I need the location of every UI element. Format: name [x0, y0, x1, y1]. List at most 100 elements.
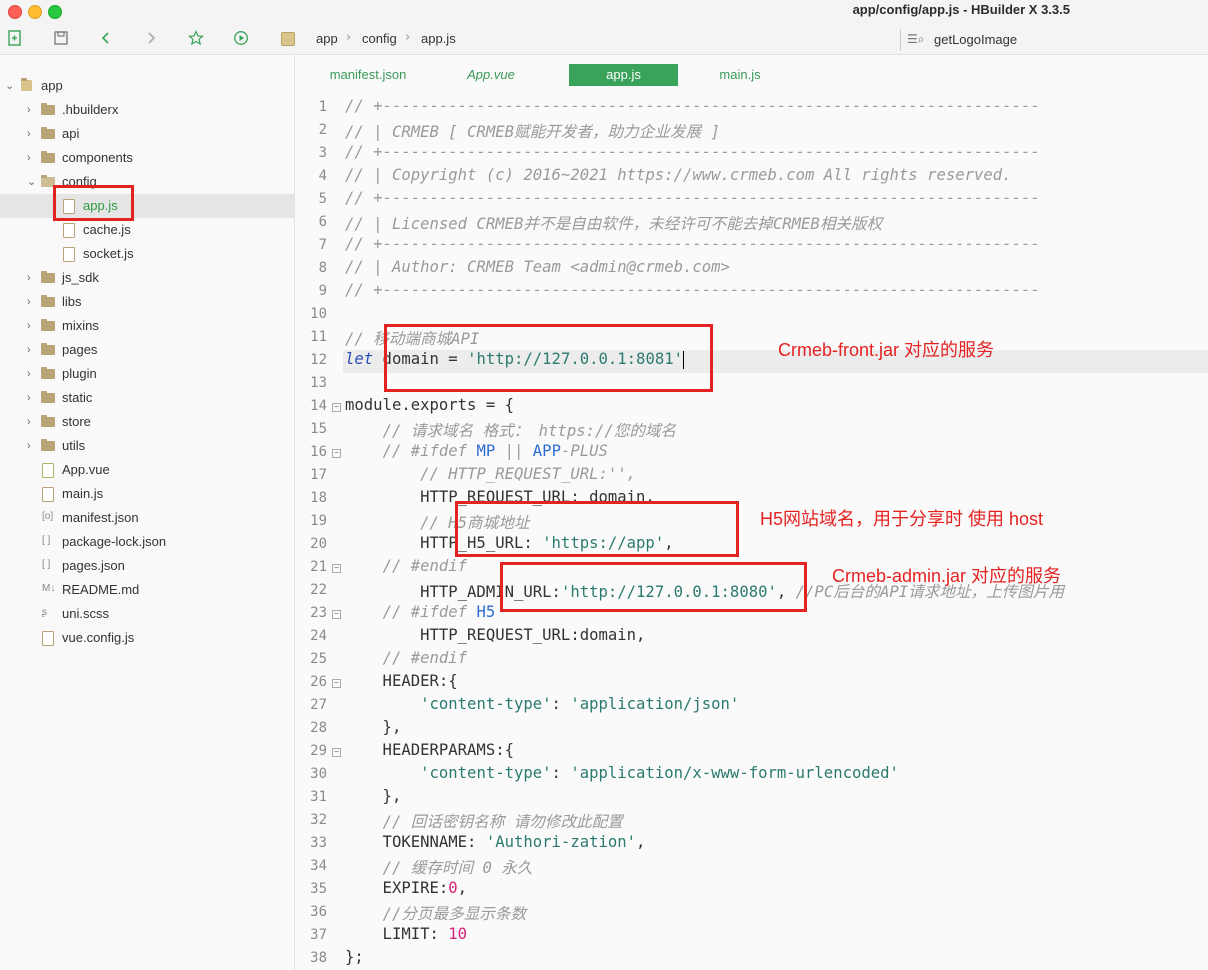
code-line[interactable]: 'content-type': 'application/x-www-form-…	[345, 764, 899, 782]
tree-item[interactable]: App.vue	[0, 458, 294, 482]
breadcrumb-item[interactable]: app.js	[421, 31, 456, 46]
tree-item[interactable]: › store	[0, 410, 294, 434]
tree-item[interactable]: › .hbuilderx	[0, 98, 294, 122]
code-editor[interactable]: 1 // +-----------------------------------…	[295, 96, 1208, 970]
chevron-down-icon[interactable]: ⌄	[27, 170, 36, 194]
tab-main-js[interactable]: main.js	[705, 64, 775, 86]
chevron-right-icon[interactable]: ›	[27, 122, 31, 146]
code-line[interactable]: };	[345, 948, 364, 966]
code-line[interactable]: module.exports = {	[345, 396, 514, 414]
fold-toggle-icon[interactable]: −	[332, 564, 341, 573]
tree-item[interactable]: [o] manifest.json	[0, 506, 294, 530]
tab-app-js[interactable]: app.js	[569, 64, 678, 86]
code-line[interactable]: // | CRMEB [ CRMEB赋能开发者，助力企业发展 ]	[345, 120, 720, 142]
code-line[interactable]: // | Copyright (c) 2016~2021 https://www…	[345, 166, 1012, 184]
tree-item[interactable]: › api	[0, 122, 294, 146]
tree-item[interactable]: socket.js	[0, 242, 294, 266]
code-line[interactable]: // +------------------------------------…	[345, 235, 1040, 253]
forward-icon[interactable]	[142, 30, 160, 48]
tree-item[interactable]: › pages	[0, 338, 294, 362]
tree-item[interactable]: [ ] pages.json	[0, 554, 294, 578]
tree-item[interactable]: › components	[0, 146, 294, 170]
code-token: // 缓存时间 0 永久	[382, 859, 533, 877]
chevron-down-icon[interactable]: ⌄	[5, 74, 14, 98]
code-line[interactable]: // +------------------------------------…	[345, 189, 1040, 207]
fold-toggle-icon[interactable]: −	[332, 748, 341, 757]
code-line[interactable]: HEADERPARAMS:{	[345, 741, 514, 759]
line-number: 28	[310, 720, 327, 736]
fold-toggle-icon[interactable]: −	[332, 610, 341, 619]
code-line[interactable]: },	[345, 787, 402, 805]
code-line[interactable]: // #ifdef MP || APP-PLUS	[345, 442, 608, 460]
tree-item[interactable]: vue.config.js	[0, 626, 294, 650]
code-line[interactable]: // 回话密钥名称 请勿修改此配置	[345, 810, 623, 832]
code-line[interactable]: // #endif	[345, 649, 468, 667]
tree-item[interactable]: › libs	[0, 290, 294, 314]
breadcrumb-item[interactable]: config	[362, 31, 397, 46]
tree-root-app[interactable]: ⌄ app	[0, 74, 294, 98]
code-line[interactable]: // | Author: CRMEB Team <admin@crmeb.com…	[345, 258, 730, 276]
close-window-button[interactable]	[8, 5, 22, 19]
tree-item[interactable]: › static	[0, 386, 294, 410]
code-token: H5	[476, 603, 496, 621]
tab-app-vue[interactable]: App.vue	[445, 64, 537, 86]
minimize-window-button[interactable]	[28, 5, 42, 19]
fold-toggle-icon[interactable]: −	[332, 679, 341, 688]
chevron-right-icon[interactable]: ›	[27, 314, 31, 338]
symbol-search-value[interactable]: getLogoImage	[934, 32, 1017, 47]
tree-item[interactable]: main.js	[0, 482, 294, 506]
chevron-right-icon[interactable]: ›	[27, 410, 31, 434]
code-line[interactable]: // #ifdef H5	[345, 603, 496, 621]
code-line[interactable]: // #endif	[345, 557, 468, 575]
code-token: // #endif	[382, 557, 468, 575]
code-line[interactable]: EXPIRE:0,	[345, 879, 468, 897]
tree-item[interactable]: M↓ README.md	[0, 578, 294, 602]
code-line[interactable]: // 缓存时间 0 永久	[345, 856, 533, 878]
symbol-search[interactable]: ☰⌕ getLogoImage	[900, 29, 1208, 51]
chevron-right-icon[interactable]: ›	[27, 362, 31, 386]
zoom-window-button[interactable]	[48, 5, 62, 19]
code-line[interactable]: //分页最多显示条数	[345, 902, 527, 924]
new-file-icon[interactable]	[6, 30, 24, 48]
tab-manifest-json[interactable]: manifest.json	[313, 64, 423, 86]
back-icon[interactable]	[97, 30, 115, 48]
code-line[interactable]: // HTTP_REQUEST_URL:'',	[345, 465, 636, 483]
chevron-right-icon[interactable]: ›	[27, 434, 31, 458]
line-number: 14	[310, 398, 327, 414]
code-line[interactable]: LIMIT: 10	[345, 925, 468, 943]
star-icon[interactable]	[187, 30, 205, 48]
run-icon[interactable]	[232, 30, 250, 48]
code-line[interactable]: // 请求域名 格式： https://您的域名	[345, 419, 677, 441]
breadcrumb-item[interactable]: app	[316, 31, 338, 46]
fold-toggle-icon[interactable]: −	[332, 403, 341, 412]
tree-item[interactable]: app.js	[0, 194, 294, 218]
tree-item[interactable]: cache.js	[0, 218, 294, 242]
code-line[interactable]: // +------------------------------------…	[345, 97, 1040, 115]
tree-item[interactable]: ⌄ config	[0, 170, 294, 194]
chevron-right-icon[interactable]: ›	[27, 98, 31, 122]
chevron-right-icon[interactable]: ›	[27, 386, 31, 410]
tree-item[interactable]: ʂ uni.scss	[0, 602, 294, 626]
code-line[interactable]: 'content-type': 'application/json'	[345, 695, 739, 713]
tree-item[interactable]: [ ] package-lock.json	[0, 530, 294, 554]
line-number: 37	[310, 927, 327, 943]
fold-toggle-icon[interactable]: −	[332, 449, 341, 458]
code-line[interactable]: // +------------------------------------…	[345, 143, 1040, 161]
tree-item[interactable]: › mixins	[0, 314, 294, 338]
tree-item[interactable]: › plugin	[0, 362, 294, 386]
code-line[interactable]: HEADER:{	[345, 672, 458, 690]
code-line[interactable]: // | Licensed CRMEB并不是自由软件，未经许可不能去掉CRMEB…	[345, 212, 882, 234]
code-token: -PLUS	[560, 442, 608, 460]
code-line[interactable]: // +------------------------------------…	[345, 281, 1040, 299]
chevron-right-icon[interactable]: ›	[27, 290, 31, 314]
tree-item[interactable]: › utils	[0, 434, 294, 458]
tree-item[interactable]: › js_sdk	[0, 266, 294, 290]
save-icon[interactable]	[52, 30, 70, 48]
code-line[interactable]: HTTP_REQUEST_URL:domain,	[345, 626, 645, 644]
line-number: 8	[318, 260, 327, 276]
code-line[interactable]: },	[345, 718, 402, 736]
code-line[interactable]: TOKENNAME: 'Authori-zation',	[345, 833, 646, 851]
chevron-right-icon[interactable]: ›	[27, 146, 31, 170]
chevron-right-icon[interactable]: ›	[27, 338, 31, 362]
chevron-right-icon[interactable]: ›	[27, 266, 31, 290]
